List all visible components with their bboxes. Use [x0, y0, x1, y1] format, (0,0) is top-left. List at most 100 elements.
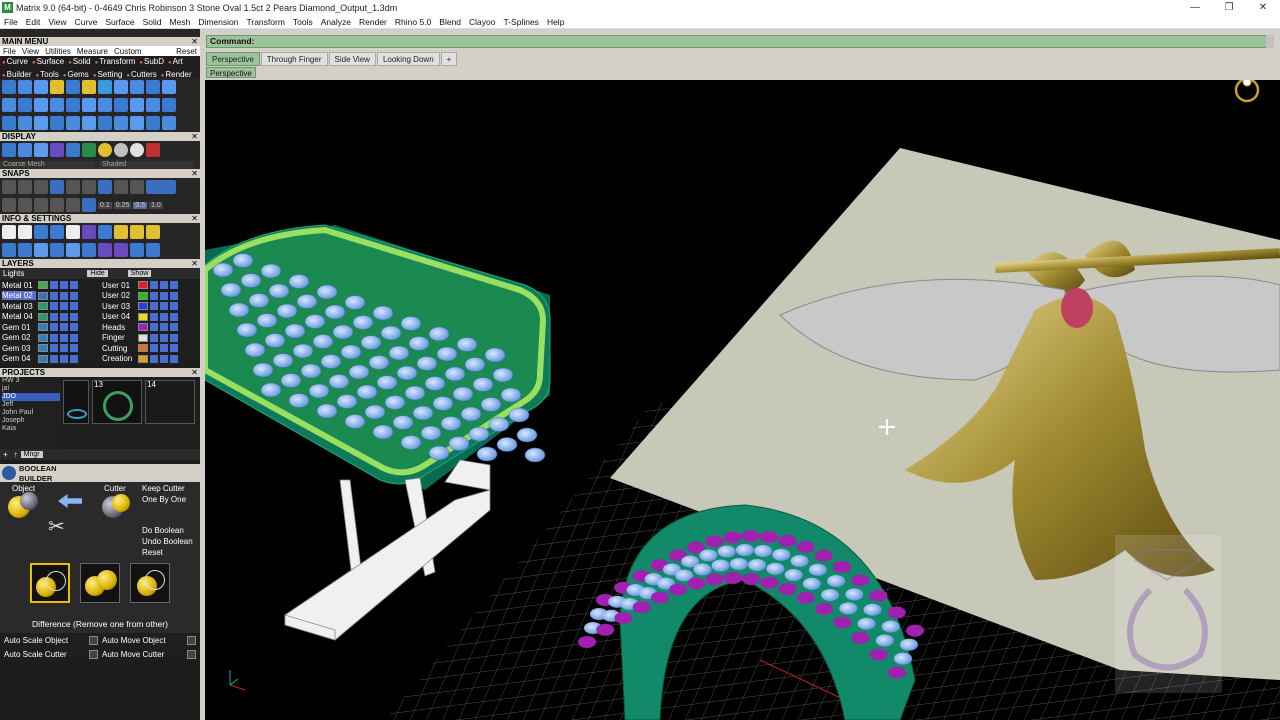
project-item[interactable]: JDO [2, 393, 60, 401]
scale-tool-icon[interactable] [34, 116, 48, 130]
layer-color-swatch[interactable] [38, 323, 48, 332]
lock-icon[interactable] [150, 354, 158, 363]
up-project-icon[interactable]: ↑ [11, 450, 21, 459]
visibility-icon[interactable] [60, 344, 68, 353]
layer-row[interactable]: User 02 [102, 291, 198, 302]
visibility-icon[interactable] [160, 281, 168, 290]
fillet-tool-icon[interactable] [98, 98, 112, 112]
visibility-icon[interactable] [60, 323, 68, 332]
layer-name[interactable]: Gem 03 [2, 344, 36, 353]
measure-icon[interactable] [98, 225, 112, 239]
orient-tool-icon[interactable] [114, 116, 128, 130]
category-surface[interactable]: Surface [32, 56, 68, 69]
menu-view[interactable]: View [44, 17, 70, 27]
quad-snap-icon[interactable] [130, 180, 144, 194]
menu-curve[interactable]: Curve [71, 17, 102, 27]
gumball-tool-icon[interactable] [66, 116, 80, 130]
capture-icon[interactable] [146, 243, 160, 257]
gold-material-icon[interactable] [98, 143, 112, 157]
display-mode-select[interactable]: Shaded [99, 160, 194, 168]
gem-report-icon[interactable] [130, 225, 144, 239]
blend-tool-icon[interactable] [114, 98, 128, 112]
notes-icon[interactable] [66, 225, 80, 239]
auto-scale-object-checkbox[interactable] [89, 635, 98, 645]
grid-icon[interactable] [2, 243, 16, 257]
circle-tool-icon[interactable] [162, 116, 176, 130]
tab-through-finger[interactable]: Through Finger [260, 52, 328, 66]
filter-icon[interactable] [82, 198, 96, 212]
select-icon[interactable] [70, 291, 78, 300]
select-icon[interactable] [170, 312, 178, 321]
camera-icon[interactable] [82, 243, 96, 257]
layer-row[interactable]: Gem 04 [2, 354, 98, 365]
main-menu-file[interactable]: File [0, 47, 19, 56]
gallery-tool-icon[interactable] [162, 80, 176, 94]
auto-move-cutter-checkbox[interactable] [187, 649, 196, 659]
revolve-tool-icon[interactable] [34, 98, 48, 112]
lights-icon[interactable] [98, 243, 112, 257]
layer-row[interactable]: Metal 01 [2, 280, 98, 291]
point-snap-icon[interactable] [34, 180, 48, 194]
layer-row[interactable]: Creation [102, 354, 198, 365]
select-icon[interactable] [170, 281, 178, 290]
cplane-icon[interactable] [34, 243, 48, 257]
visibility-icon[interactable] [160, 333, 168, 342]
metal-icon[interactable] [146, 225, 160, 239]
pave-tool-icon[interactable] [114, 80, 128, 94]
layer-color-swatch[interactable] [138, 281, 148, 290]
layer-name[interactable]: User 03 [102, 302, 136, 311]
main-menu-reset[interactable]: Reset [173, 47, 200, 56]
layer-row[interactable]: User 04 [102, 312, 198, 323]
undo-boolean-button[interactable]: Undo Boolean [142, 537, 193, 546]
curve-tool-icon[interactable] [2, 80, 16, 94]
center-snap-icon[interactable] [66, 180, 80, 194]
visibility-icon[interactable] [60, 281, 68, 290]
shaded-icon[interactable] [18, 143, 32, 157]
scissors-icon[interactable]: ✂ [48, 514, 65, 539]
layer-color-swatch[interactable] [38, 333, 48, 342]
project-manager-button[interactable]: Mngr [20, 451, 43, 458]
tab-perspective[interactable]: Perspective [206, 52, 260, 66]
layer-color-swatch[interactable] [38, 291, 48, 300]
reset-boolean-button[interactable]: Reset [142, 548, 163, 557]
menu-dimension[interactable]: Dimension [194, 17, 242, 27]
menu-rhino[interactable]: Rhino 5.0 [391, 17, 435, 27]
command-scrollbar[interactable] [1266, 35, 1274, 48]
copy-tool-icon[interactable] [82, 116, 96, 130]
3d-viewport[interactable] [205, 80, 1280, 720]
snapshot-icon[interactable] [66, 243, 80, 257]
technical-icon[interactable] [82, 143, 96, 157]
menu-transform[interactable]: Transform [242, 17, 288, 27]
layer-row[interactable]: Gem 03 [2, 343, 98, 354]
xray-icon[interactable] [50, 143, 64, 157]
menu-surface[interactable]: Surface [101, 17, 138, 27]
prong-tool-icon[interactable] [146, 80, 160, 94]
select-icon[interactable] [170, 333, 178, 342]
menu-mesh[interactable]: Mesh [166, 17, 195, 27]
layer-color-swatch[interactable] [138, 291, 148, 300]
menu-edit[interactable]: Edit [22, 17, 45, 27]
rendered-icon[interactable] [34, 143, 48, 157]
end-snap-icon[interactable] [2, 180, 16, 194]
layer-color-swatch[interactable] [138, 344, 148, 353]
tab-looking-down[interactable]: Looking Down [376, 52, 440, 66]
network-tool-icon[interactable] [50, 98, 64, 112]
layer-name[interactable]: Metal 04 [2, 312, 36, 321]
visibility-icon[interactable] [60, 333, 68, 342]
category-curve[interactable]: Curve [2, 56, 32, 69]
select-icon[interactable] [170, 354, 178, 363]
viewport-icon[interactable] [18, 243, 32, 257]
menu-help[interactable]: Help [543, 17, 568, 27]
select-icon[interactable] [70, 354, 78, 363]
project-item[interactable]: HW 3 [2, 377, 60, 385]
silver-material-icon[interactable] [114, 143, 128, 157]
navigation-ring-icon[interactable] [1234, 80, 1260, 103]
category-subd[interactable]: SubD [139, 56, 168, 69]
layer-color-swatch[interactable] [38, 302, 48, 311]
tan-snap-icon[interactable] [114, 180, 128, 194]
layer-row[interactable]: Gem 01 [2, 322, 98, 333]
viewport-title[interactable]: Perspective [206, 67, 256, 78]
project-item[interactable]: John Paul [2, 409, 60, 417]
category-transform[interactable]: Transform [95, 56, 140, 69]
lock-icon[interactable] [150, 323, 158, 332]
